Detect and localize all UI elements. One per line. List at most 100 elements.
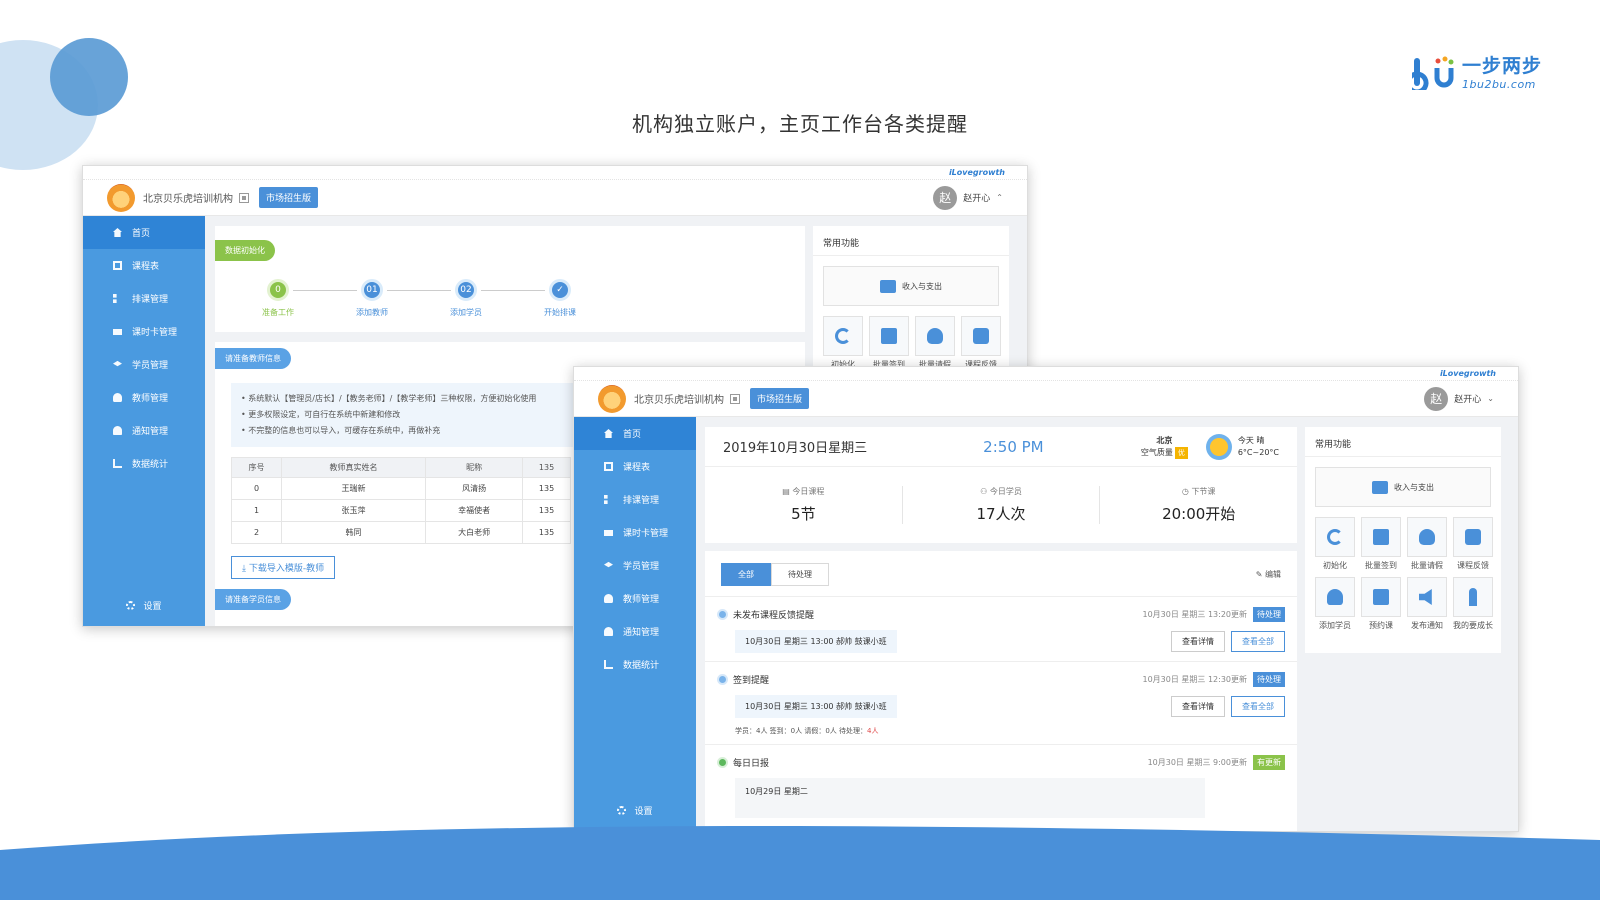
current-time: 2:50 PM — [983, 437, 1044, 456]
view-all-button[interactable]: 查看全部 — [1231, 696, 1285, 717]
quick-icons: 初始化 批量签到 批量请假 课程反馈 — [823, 316, 1001, 370]
sidebar-item-notifications[interactable]: 通知管理 — [574, 615, 696, 648]
stat-next-class[interactable]: ◷ 下节课 20:00开始 — [1100, 486, 1297, 524]
chevron-up-icon[interactable]: ⌃ — [996, 193, 1003, 202]
quick-course-feedback[interactable]: 课程反馈 — [1453, 517, 1493, 571]
sidebar-item-students[interactable]: 学员管理 — [574, 549, 696, 582]
stat-label: ◷ 下节课 — [1100, 486, 1297, 497]
weather-today: 今天 晴 — [1238, 435, 1279, 447]
view-all-button[interactable]: 查看全部 — [1231, 631, 1285, 652]
table-row[interactable]: 1 张玉萍 幸福使者 135 — [231, 499, 571, 522]
sidebar-item-notifications[interactable]: 通知管理 — [83, 414, 205, 447]
tip-text: 不完整的信息也可以导入，可缓存在系统中，再做补充 — [248, 426, 441, 435]
reminder-tabs: 全部 待处理 ✎ 编辑 — [705, 551, 1297, 597]
quick-batch-leave[interactable]: 批量请假 — [1407, 517, 1447, 571]
sidebar-item-label: 首页 — [132, 229, 151, 239]
calendar-check-icon — [881, 328, 897, 344]
sidebar-item-label: 排课管理 — [623, 496, 660, 506]
view-detail-button[interactable]: 查看详情 — [1171, 631, 1225, 652]
sidebar-item-label: 首页 — [623, 430, 642, 440]
sidebar-item-label: 学员管理 — [623, 562, 660, 572]
org-logo-icon — [107, 183, 135, 212]
report-icon — [717, 757, 728, 768]
table-row[interactable]: 0 王瑞新 风清扬 135 — [231, 477, 571, 500]
overview-card: 2019年10月30日星期三 2:50 PM 北京 空气质量优 今天 晴 6°C… — [705, 427, 1297, 543]
sidebar-item-teachers[interactable]: 教师管理 — [574, 582, 696, 615]
quick-batch-checkin[interactable]: 批量签到 — [1361, 517, 1401, 571]
qr-code-icon[interactable] — [239, 192, 249, 203]
sidebar: 首页 课程表 排课管理 课时卡管理 学员管理 教师管理 通知管理 数据统计 设置 — [574, 417, 696, 831]
quick-batch-checkin[interactable]: 批量签到 — [869, 316, 909, 370]
user-menu[interactable]: 赵 赵开心 ⌃ — [933, 185, 1003, 210]
table-row[interactable]: 2 韩同 大白老师 135 — [231, 521, 571, 544]
tab-all[interactable]: 全部 — [721, 563, 771, 586]
sidebar-item-label: 数据统计 — [623, 661, 660, 671]
quick-course-feedback[interactable]: 课程反馈 — [961, 316, 1001, 370]
quick-init[interactable]: 初始化 — [1315, 517, 1355, 571]
quick-publish-notice[interactable]: 发布通知 — [1407, 577, 1447, 631]
reminder-icon — [717, 609, 728, 620]
refresh-icon — [1327, 529, 1343, 545]
decor-circle-small — [50, 38, 128, 116]
calendar-check-icon — [1373, 529, 1389, 545]
sidebar-item-home[interactable]: 首页 — [83, 216, 205, 249]
income-expense-button[interactable]: 收入与支出 — [823, 266, 999, 306]
column-header: 135 — [522, 457, 571, 478]
reminder-updated: 10月30日 星期三 12:30更新 — [1142, 675, 1248, 684]
quick-book-class[interactable]: 预约课 — [1361, 577, 1401, 631]
step-prepare[interactable]: 0 准备工作 — [231, 279, 357, 318]
qr-code-icon[interactable] — [730, 393, 740, 404]
view-detail-button[interactable]: 查看详情 — [1171, 696, 1225, 717]
quick-label: 添加学员 — [1319, 621, 1351, 630]
edition-badge[interactable]: 市场招生版 — [750, 388, 810, 409]
download-icon: ⤓ — [242, 564, 249, 574]
sidebar-item-class-arrangement[interactable]: 排课管理 — [574, 483, 696, 516]
chevron-down-icon[interactable]: ⌄ — [1487, 394, 1494, 403]
bar-chart-icon — [604, 660, 613, 669]
income-expense-button[interactable]: 收入与支出 — [1315, 467, 1491, 507]
sidebar-item-class-card[interactable]: 课时卡管理 — [574, 516, 696, 549]
step-add-teacher[interactable]: 01 添加教师 — [325, 279, 451, 318]
stat-value: 5节 — [791, 505, 816, 523]
download-label: 下载导入模版-教师 — [248, 564, 325, 574]
tab-pending[interactable]: 待处理 — [771, 563, 829, 586]
sidebar-item-class-card[interactable]: 课时卡管理 — [83, 315, 205, 348]
step-add-student[interactable]: 02 添加学员 — [419, 279, 545, 318]
quick-label: 初始化 — [1323, 561, 1347, 570]
step-start-class[interactable]: ✓ 开始排课 — [513, 279, 607, 318]
sidebar-item-schedule[interactable]: 课程表 — [574, 450, 696, 483]
user-name[interactable]: 赵开心 — [963, 191, 990, 204]
sidebar-item-statistics[interactable]: 数据统计 — [83, 447, 205, 480]
table-header-row: 序号 教师真实姓名 昵称 135 — [231, 457, 571, 478]
settings-label: 设置 — [143, 602, 162, 612]
quick-add-student[interactable]: 添加学员 — [1315, 577, 1355, 631]
sidebar-item-class-arrangement[interactable]: 排课管理 — [83, 282, 205, 315]
quick-init[interactable]: 初始化 — [823, 316, 863, 370]
sidebar-item-teachers[interactable]: 教师管理 — [83, 381, 205, 414]
sidebar-item-home[interactable]: 首页 — [574, 417, 696, 450]
stat-today-students[interactable]: ⚇ 今日学员 17人次 — [903, 486, 1101, 524]
edit-button[interactable]: ✎ 编辑 — [1256, 569, 1281, 580]
report-date: 10月29日 星期二 — [745, 787, 808, 796]
edition-badge[interactable]: 市场招生版 — [259, 187, 319, 208]
avatar[interactable]: 赵 — [1424, 386, 1449, 411]
avatar[interactable]: 赵 — [933, 185, 958, 210]
person-icon — [604, 594, 613, 603]
user-name[interactable]: 赵开心 — [1454, 392, 1481, 405]
user-menu[interactable]: 赵 赵开心 ⌄ — [1424, 386, 1494, 411]
sidebar-settings[interactable]: 设置 — [83, 599, 205, 612]
weather-condition: 晴 — [1256, 435, 1265, 445]
sidebar-item-statistics[interactable]: 数据统计 — [574, 648, 696, 681]
sidebar-item-students[interactable]: 学员管理 — [83, 348, 205, 381]
book-icon: ▤ — [782, 487, 793, 496]
dashboard-main: 2019年10月30日星期三 2:50 PM 北京 空气质量优 今天 晴 6°C… — [705, 427, 1297, 831]
stat-label: ▤ 今日课程 — [705, 486, 902, 497]
reminder-updated: 10月30日 星期三 13:20更新 — [1142, 610, 1248, 619]
brand-logo: 一步两步 1bu2bu.com — [1412, 56, 1542, 90]
stat-today-classes[interactable]: ▤ 今日课程 5节 — [705, 486, 903, 524]
quick-my-growth[interactable]: 我的要成长 — [1453, 577, 1493, 631]
quick-batch-leave[interactable]: 批量请假 — [915, 316, 955, 370]
download-template-button[interactable]: ⤓ 下载导入模版-教师 — [231, 556, 336, 579]
counts-text: 学员：4人 签到：0人 请假：0人 待处理： — [735, 727, 868, 735]
sidebar-item-schedule[interactable]: 课程表 — [83, 249, 205, 282]
